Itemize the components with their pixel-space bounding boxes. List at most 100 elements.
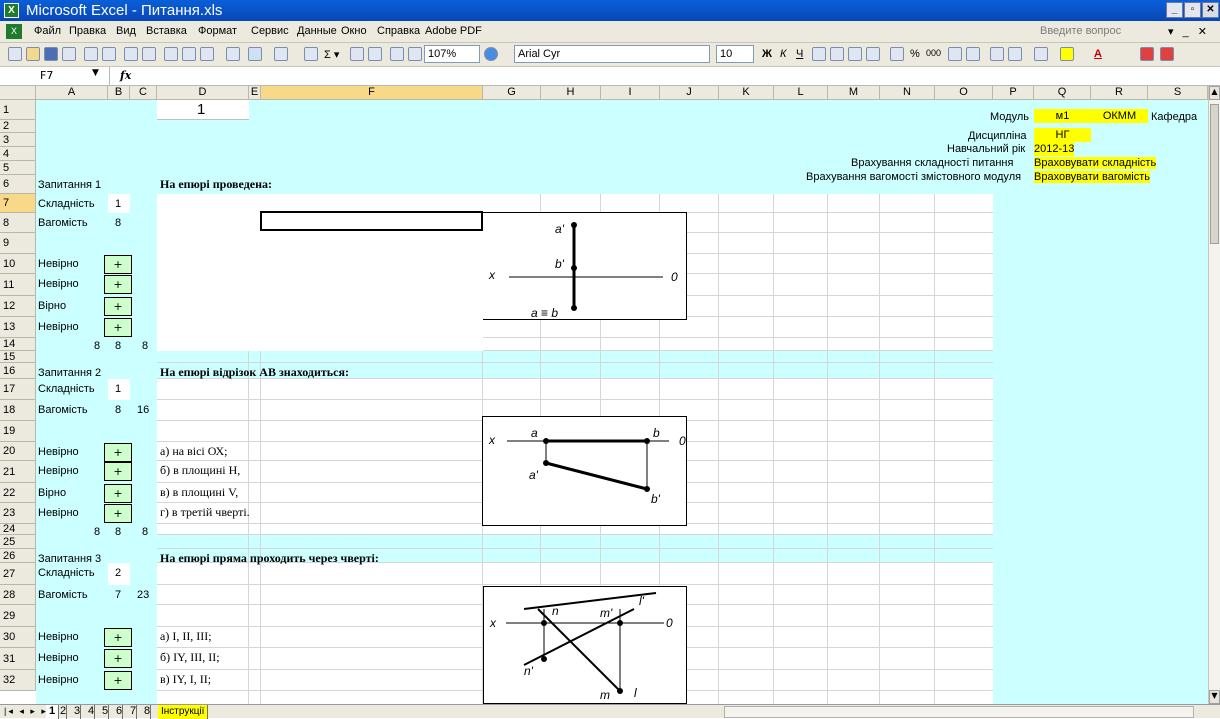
row-header-24[interactable]: 24: [0, 524, 36, 535]
answer-toggle-button[interactable]: +: [104, 462, 132, 481]
row-header-20[interactable]: 20: [0, 442, 36, 461]
question-label[interactable]: Запитання 1: [38, 178, 101, 192]
answer-status[interactable]: Вірно: [38, 299, 66, 313]
help-icon[interactable]: [484, 47, 498, 61]
row-header-15[interactable]: 15: [0, 351, 36, 363]
row-header-1[interactable]: 1: [0, 100, 36, 120]
undo-icon[interactable]: [248, 47, 262, 61]
new-icon[interactable]: [8, 47, 22, 61]
row-header-4[interactable]: 4: [0, 147, 36, 161]
scroll-thumb[interactable]: [1210, 104, 1219, 244]
row-header-16[interactable]: 16: [0, 363, 36, 379]
col-header-n[interactable]: N: [880, 86, 935, 100]
col-header-s[interactable]: S: [1148, 86, 1208, 100]
question-label[interactable]: Запитання 2: [38, 366, 101, 380]
menu-adobe-pdf[interactable]: Adobe PDF: [425, 25, 482, 37]
font-color-icon[interactable]: A: [1094, 48, 1102, 60]
print-preview-icon[interactable]: [102, 47, 116, 61]
complexity-value[interactable]: Враховувати складність: [1034, 156, 1157, 170]
row-header-28[interactable]: 28: [0, 585, 36, 605]
chevron-down-icon[interactable]: ▼: [92, 68, 99, 78]
italic-icon[interactable]: К: [780, 48, 786, 60]
difficulty-value[interactable]: 2: [115, 566, 121, 580]
row-header-30[interactable]: 30: [0, 627, 36, 648]
sheet-tab[interactable]: 2: [60, 705, 68, 719]
col-header-p[interactable]: P: [993, 86, 1034, 100]
row-header-17[interactable]: 17: [0, 379, 36, 400]
col-header-m[interactable]: M: [828, 86, 880, 100]
align-center-icon[interactable]: [830, 47, 844, 61]
decrease-indent-icon[interactable]: [990, 47, 1004, 61]
module-value[interactable]: м1: [1034, 109, 1091, 123]
cut-icon[interactable]: [164, 47, 178, 61]
answer-status[interactable]: Невірно: [38, 445, 79, 459]
answer-status[interactable]: Невірно: [38, 320, 79, 334]
row-header-5[interactable]: 5: [0, 161, 36, 175]
save-icon[interactable]: [44, 47, 58, 61]
open-icon[interactable]: [26, 47, 40, 61]
answer-text[interactable]: в) в площині V,: [160, 485, 238, 499]
col-header-b[interactable]: B: [108, 86, 130, 100]
menu-format[interactable]: Формат: [198, 25, 237, 37]
excel-icon[interactable]: X: [4, 3, 19, 18]
cell-d1[interactable]: 1: [197, 102, 205, 117]
sheet-tab[interactable]: 5: [102, 705, 110, 719]
name-box[interactable]: F7 ▼: [0, 67, 110, 85]
menu-view[interactable]: Вид: [116, 25, 136, 37]
answer-toggle-button[interactable]: +: [104, 628, 132, 647]
close-button[interactable]: ✕: [1202, 2, 1219, 18]
horizontal-scrollbar[interactable]: [724, 706, 1194, 718]
font-size-select[interactable]: 10: [716, 45, 754, 63]
menu-window[interactable]: Окно: [341, 25, 367, 37]
col-header-g[interactable]: G: [483, 86, 541, 100]
font-select[interactable]: Arial Cyr: [514, 45, 710, 63]
sheet-tab[interactable]: 1: [46, 705, 60, 719]
vertical-scrollbar[interactable]: ▲ ▼: [1208, 86, 1220, 704]
sheet-tab[interactable]: 7: [130, 705, 138, 719]
answer-text[interactable]: б) в площині Н,: [160, 463, 240, 477]
row-header-2[interactable]: 2: [0, 120, 36, 133]
align-right-icon[interactable]: [848, 47, 862, 61]
row-header-8[interactable]: 8: [0, 213, 36, 233]
selected-cell-f7[interactable]: [260, 211, 483, 231]
question-text[interactable]: На епюрі проведена:: [160, 177, 272, 191]
row-header-10[interactable]: 10: [0, 254, 36, 274]
question-text[interactable]: На епюрі відрізок АВ знаходиться:: [160, 365, 349, 379]
decrease-decimal-icon[interactable]: [966, 47, 980, 61]
weight-value[interactable]: 7: [115, 588, 121, 602]
menu-edit[interactable]: Правка: [69, 25, 106, 37]
difficulty-value[interactable]: 1: [115, 197, 121, 211]
answer-status[interactable]: Невірно: [38, 257, 79, 271]
print-icon[interactable]: [84, 47, 98, 61]
worksheet-grid[interactable]: A B C D E F G H I J K L M N O P Q R S 12…: [0, 86, 1208, 704]
minimize-button[interactable]: _: [1166, 2, 1183, 18]
col-header-r[interactable]: R: [1091, 86, 1148, 100]
pdf-convert-icon[interactable]: [1140, 47, 1154, 61]
increase-decimal-icon[interactable]: [948, 47, 962, 61]
research-icon[interactable]: [142, 47, 156, 61]
row-header-25[interactable]: 25: [0, 535, 36, 549]
row-header-7[interactable]: 7: [0, 194, 36, 213]
copy-icon[interactable]: [182, 47, 196, 61]
module-code[interactable]: ОКММ: [1091, 109, 1148, 123]
scroll-up-icon[interactable]: ▲: [1209, 86, 1220, 100]
sort-ascending-icon[interactable]: [350, 47, 364, 61]
borders-icon[interactable]: [1034, 47, 1048, 61]
maximize-button[interactable]: ▫: [1184, 2, 1201, 18]
row-header-11[interactable]: 11: [0, 274, 36, 296]
answer-toggle-button[interactable]: +: [104, 484, 132, 503]
answer-toggle-button[interactable]: +: [104, 318, 132, 337]
col-header-j[interactable]: J: [660, 86, 719, 100]
answer-toggle-button[interactable]: +: [104, 297, 132, 316]
answer-toggle-button[interactable]: +: [104, 671, 132, 690]
answer-status[interactable]: Невірно: [38, 673, 79, 687]
row-header-21[interactable]: 21: [0, 461, 36, 483]
row-header-22[interactable]: 22: [0, 483, 36, 503]
answer-text[interactable]: в) IY, I, II;: [160, 672, 211, 686]
increase-indent-icon[interactable]: [1008, 47, 1022, 61]
col-header-f[interactable]: F: [261, 86, 483, 100]
sheet-tab[interactable]: 6: [116, 705, 124, 719]
question-label[interactable]: Запитання 3: [38, 552, 101, 566]
col-header-e[interactable]: E: [249, 86, 261, 100]
underline-icon[interactable]: Ч: [796, 48, 803, 60]
